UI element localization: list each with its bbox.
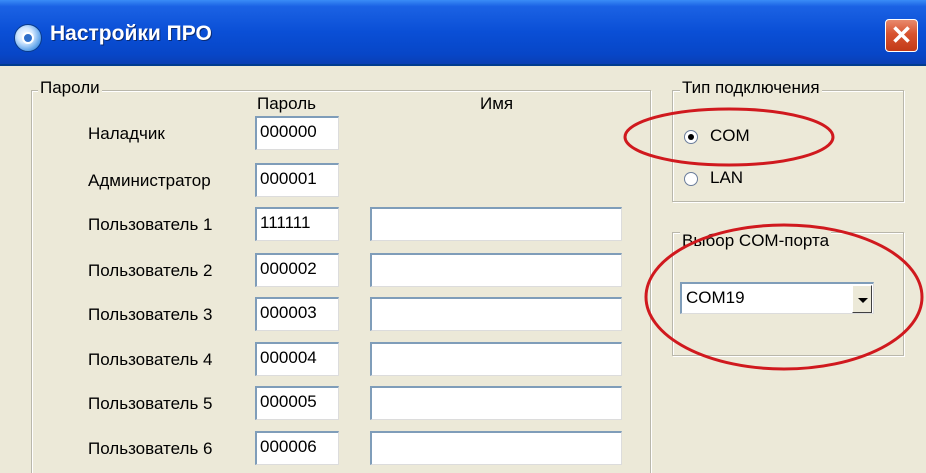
passwords-legend: Пароли <box>38 78 102 98</box>
name-field-user-3[interactable] <box>370 297 622 331</box>
row-label-user-2: Пользователь 2 <box>88 261 213 280</box>
row-label-user-6: Пользователь 6 <box>88 439 213 458</box>
password-field-user-3[interactable]: 000003 <box>255 297 339 331</box>
password-field-adjuster[interactable]: 000000 <box>255 116 339 150</box>
chevron-down-icon[interactable] <box>852 285 872 313</box>
name-field-user-5[interactable] <box>370 386 622 420</box>
row-label-adjuster: Наладчик <box>88 124 165 143</box>
radio-lan[interactable] <box>684 172 698 186</box>
name-field-user-4[interactable] <box>370 342 622 376</box>
window-title: Настройки ПРО <box>50 22 212 45</box>
com-port-select[interactable]: COM19 <box>680 282 874 314</box>
password-field-user-2[interactable]: 000002 <box>255 253 339 287</box>
password-field-administrator[interactable]: 000001 <box>255 163 339 197</box>
row-label-user-5: Пользователь 5 <box>88 394 213 413</box>
com-port-legend: Выбор COM-порта <box>680 231 832 251</box>
radio-com-dot <box>688 134 694 140</box>
password-field-user-5[interactable]: 000005 <box>255 386 339 420</box>
settings-dialog: Настройки ПРО ✕ Пароли Пароль Имя Наладч… <box>0 0 926 473</box>
radio-com[interactable] <box>684 130 698 144</box>
password-field-user-6[interactable]: 000006 <box>255 431 339 465</box>
row-label-administrator: Администратор <box>88 171 211 190</box>
connection-type-group <box>672 90 904 202</box>
row-label-user-3: Пользователь 3 <box>88 305 213 324</box>
row-label-user-1: Пользователь 1 <box>88 215 213 234</box>
app-icon <box>14 24 42 52</box>
radio-lan-label[interactable]: LAN <box>710 168 743 188</box>
name-column-header: Имя <box>480 94 514 113</box>
connection-type-legend: Тип подключения <box>680 78 822 98</box>
name-field-user-1[interactable] <box>370 207 622 241</box>
password-column-header: Пароль <box>257 94 316 113</box>
password-field-user-4[interactable]: 000004 <box>255 342 339 376</box>
close-button[interactable]: ✕ <box>885 19 918 52</box>
title-bar[interactable]: Настройки ПРО ✕ <box>0 0 926 66</box>
radio-com-label[interactable]: COM <box>710 126 750 146</box>
row-label-user-4: Пользователь 4 <box>88 350 213 369</box>
name-field-user-6[interactable] <box>370 431 622 465</box>
name-field-user-2[interactable] <box>370 253 622 287</box>
com-port-selected-value: COM19 <box>686 288 745 307</box>
password-field-user-1[interactable]: 111111 <box>255 207 339 241</box>
